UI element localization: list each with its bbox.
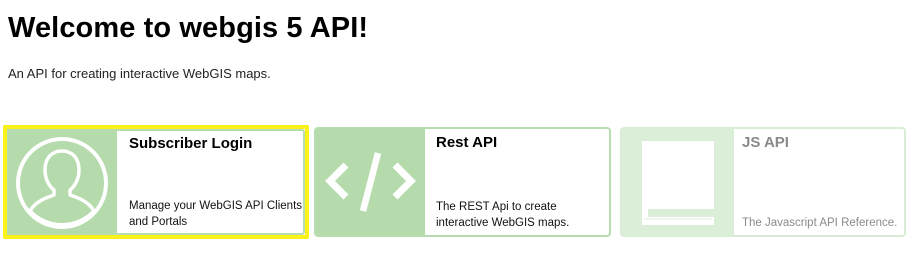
rest-api-tile [316, 129, 425, 235]
page: Welcome to webgis 5 API! An API for crea… [0, 0, 917, 253]
js-api-card[interactable]: JS API The Javascript API Reference. [620, 127, 906, 237]
subscriber-login-tile [7, 129, 117, 235]
user-avatar-icon [16, 137, 108, 229]
subscriber-login-description: Manage your WebGIS API Clients and Porta… [129, 200, 303, 228]
code-brackets-icon [325, 152, 416, 212]
book-icon [642, 141, 714, 225]
page-title: Welcome to webgis 5 API! [8, 12, 369, 44]
js-api-title: JS API [742, 134, 789, 151]
js-api-description: The Javascript API Reference. [742, 217, 898, 229]
subscriber-login-title: Subscriber Login [129, 135, 253, 152]
rest-api-card[interactable]: Rest API The REST Api to create interact… [314, 127, 611, 237]
js-api-tile [622, 129, 734, 235]
rest-api-title: Rest API [436, 134, 498, 151]
rest-api-description: The REST Api to create interactive WebGI… [436, 201, 570, 229]
subscriber-login-card[interactable]: Subscriber Login Manage your WebGIS API … [3, 125, 309, 239]
page-subtitle: An API for creating interactive WebGIS m… [8, 66, 271, 81]
